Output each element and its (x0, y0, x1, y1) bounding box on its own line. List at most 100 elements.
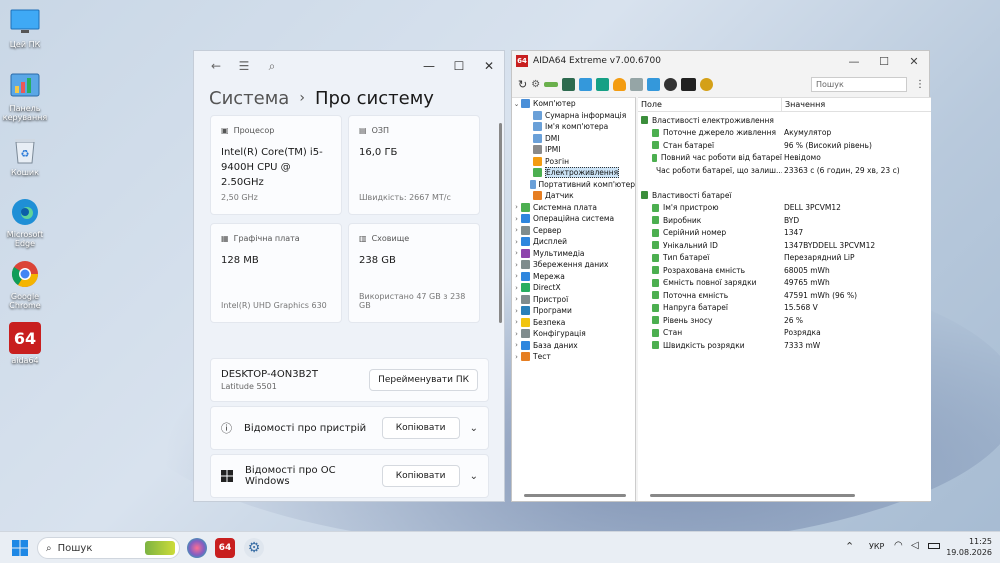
user-icon[interactable] (664, 77, 678, 91)
tree-item[interactable]: › Мультимедіа (512, 248, 635, 260)
desktop-icon-chrome[interactable]: Google Chrome (2, 258, 48, 310)
chevron-right-icon[interactable]: › (512, 353, 521, 361)
rename-pc-button[interactable]: Перейменувати ПК (369, 369, 478, 391)
chevron-down-icon[interactable]: ⌄ (470, 423, 478, 434)
detail-row[interactable]: Стан батареї 96 % (Високий рівень) (638, 139, 931, 152)
windows-specs-row[interactable]: Відомості про ОС Windows Копіювати ⌄ (210, 454, 489, 498)
tree-item[interactable]: › Пристрої (512, 294, 635, 306)
memory-icon[interactable] (544, 81, 559, 87)
wifi-icon[interactable]: ◠ (894, 540, 903, 551)
gauge-icon[interactable] (700, 77, 714, 91)
desktop-icon-this-pc[interactable]: Цей ПК (2, 6, 48, 49)
search-icon[interactable]: ⌕ (258, 59, 286, 74)
chevron-right-icon[interactable]: › (512, 341, 521, 349)
settings-gear-icon[interactable]: ⚙ (244, 538, 264, 558)
tree-item[interactable]: › Дисплей (512, 236, 635, 248)
tree-item[interactable]: › Системна плата (512, 202, 635, 214)
motherboard-icon[interactable] (562, 77, 576, 91)
chevron-right-icon[interactable]: › (512, 307, 521, 315)
maximize-button[interactable]: ☐ (444, 59, 474, 73)
maximize-button[interactable]: ☐ (869, 55, 899, 68)
desktop-icon-edge[interactable]: Microsoft Edge (2, 196, 48, 248)
tree-item[interactable]: › DirectX (512, 282, 635, 294)
column-header-field[interactable]: Поле (638, 98, 782, 111)
minimize-button[interactable]: — (414, 59, 444, 73)
flame-icon[interactable] (613, 77, 627, 91)
chevron-right-icon[interactable]: › (512, 295, 521, 303)
chevron-right-icon[interactable]: › (512, 261, 521, 269)
tree-item[interactable]: › Операційна система (512, 213, 635, 225)
chevron-down-icon[interactable]: ⌄ (512, 100, 521, 108)
tree-item[interactable]: › Збереження даних (512, 259, 635, 271)
tree-item[interactable]: › Програми (512, 305, 635, 317)
aida64-search-input[interactable]: Пошук (811, 76, 907, 92)
chevron-right-icon[interactable]: › (512, 215, 521, 223)
detail-row[interactable]: Виробник BYD (638, 214, 931, 227)
column-header-value[interactable]: Значення (782, 98, 931, 111)
tree-item[interactable]: Датчик (512, 190, 635, 202)
detail-row[interactable]: Повний час роботи від батареї Невідомо (638, 152, 931, 165)
chevron-right-icon[interactable]: › (512, 249, 521, 257)
detail-row[interactable]: Рівень зносу 26 % (638, 314, 931, 327)
refresh-icon[interactable]: ↻ (518, 78, 527, 91)
tree-item[interactable]: › База даних (512, 340, 635, 352)
aida64-taskbar-icon[interactable]: 64 (215, 538, 235, 558)
detail-row[interactable]: Розрахована ємність 68005 mWh (638, 264, 931, 277)
detail-row[interactable]: Тип батареї Перезарядний LiP (638, 252, 931, 265)
tree-hscrollbar[interactable] (524, 494, 626, 497)
tree-item[interactable]: Портативний комп'ютер (512, 179, 635, 191)
details-hscrollbar[interactable] (650, 494, 855, 497)
tree-item[interactable]: Розгін (512, 156, 635, 168)
back-arrow-icon[interactable]: ← (202, 59, 230, 73)
chevron-down-icon[interactable]: ⌄ (470, 471, 478, 482)
detail-row[interactable]: Час роботи батареї, що залиш... 23363 с (… (638, 164, 931, 177)
copy-device-specs-button[interactable]: Копіювати (381, 417, 460, 439)
chevron-right-icon[interactable]: › (512, 272, 521, 280)
chevron-up-icon[interactable]: ⌃ (845, 540, 854, 553)
detail-row[interactable]: Ємність повної зарядки 49765 mWh (638, 277, 931, 290)
tree-item[interactable]: › Безпека (512, 317, 635, 329)
desktop-icon-aida64[interactable]: 64 aida64 (2, 322, 48, 365)
tree-item[interactable]: ⌄ Комп'ютер (512, 98, 635, 110)
detail-row[interactable]: Напруга батареї 15.568 V (638, 302, 931, 315)
wrench-icon[interactable]: ⚙ (531, 79, 540, 90)
close-button[interactable]: ✕ (899, 55, 929, 68)
aida64-tree[interactable]: ⌄ Комп'ютер Сумарна інформація Ім'я комп'ют… (512, 97, 636, 501)
osd-icon[interactable] (681, 77, 697, 91)
tree-item[interactable]: IPMI (512, 144, 635, 156)
detail-row[interactable]: Швидкість розрядки 7333 mW (638, 339, 931, 352)
group-row[interactable]: Властивості батареї (638, 189, 931, 202)
detail-row[interactable]: Серійний номер 1347 (638, 227, 931, 240)
report-icon[interactable] (647, 77, 661, 91)
more-options-icon[interactable]: ⋮ (911, 79, 929, 90)
tree-item[interactable]: › Тест (512, 351, 635, 363)
detail-row[interactable]: Поточне джерело живлення Акумулятор (638, 127, 931, 140)
desktop-icon-recycle-bin[interactable]: ♻ Кошик (2, 134, 48, 177)
chevron-right-icon[interactable]: › (512, 238, 521, 246)
network-icon[interactable] (596, 77, 610, 91)
device-specs-row[interactable]: ⓘ Відомості про пристрій Копіювати ⌄ (210, 406, 489, 450)
desktop-icon-control-panel[interactable]: Панель керування (2, 70, 48, 122)
copilot-icon[interactable] (187, 538, 207, 558)
tree-item[interactable]: Сумарна інформація (512, 110, 635, 122)
detail-row[interactable]: Поточна ємність 47591 mWh (96 %) (638, 289, 931, 302)
device-icon[interactable] (630, 77, 644, 91)
clock[interactable]: 11:25 19.08.2026 (946, 536, 992, 558)
settings-scrollbar[interactable] (499, 123, 502, 323)
minimize-button[interactable]: — (839, 55, 869, 68)
tree-item[interactable]: › Мережа (512, 271, 635, 283)
taskbar-search[interactable]: ⌕ Пошук (37, 537, 180, 559)
copy-windows-specs-button[interactable]: Копіювати (381, 465, 460, 487)
detail-row[interactable]: Ім'я пристрою DELL 3PCVM12 (638, 202, 931, 215)
detail-row[interactable]: Унікальний ID 1347BYDDELL 3PCVM12 (638, 239, 931, 252)
start-button[interactable] (12, 540, 28, 560)
tree-item[interactable]: Електроживлення (512, 167, 635, 179)
group-row[interactable]: Властивості електроживлення (638, 114, 931, 127)
language-indicator[interactable]: УКР (869, 542, 884, 551)
chevron-right-icon[interactable]: › (512, 203, 521, 211)
battery-icon[interactable] (928, 543, 940, 549)
breadcrumb-parent[interactable]: Система (209, 88, 289, 109)
chevron-right-icon[interactable]: › (512, 330, 521, 338)
tree-item[interactable]: DMI (512, 133, 635, 145)
tree-item[interactable]: › Конфігурація (512, 328, 635, 340)
